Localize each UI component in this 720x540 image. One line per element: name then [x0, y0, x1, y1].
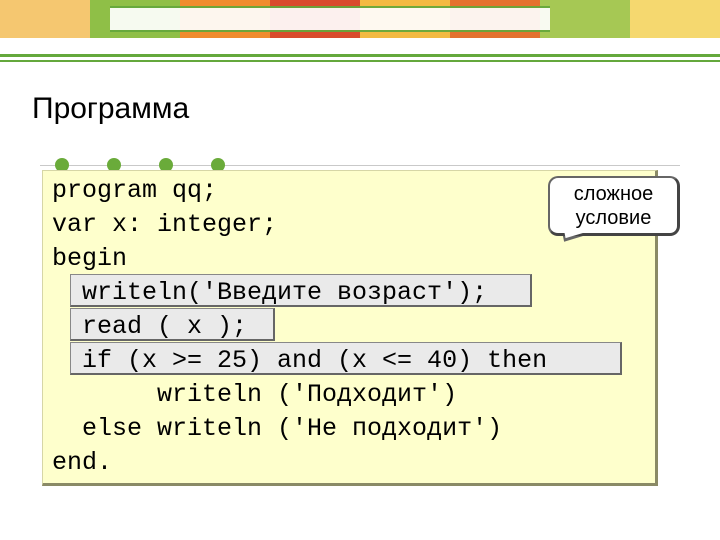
code-line: var x: integer; — [52, 210, 277, 239]
decorative-white-strip — [110, 6, 550, 32]
code-line: read ( x ); — [52, 312, 247, 341]
decorative-rule — [0, 54, 720, 57]
code-line: writeln ('Подходит') — [52, 380, 457, 409]
callout-line2: условие — [576, 206, 652, 230]
code-line: writeln('Введите возраст'); — [52, 278, 487, 307]
code-line: end. — [52, 448, 112, 477]
slide-title: Программа — [32, 92, 189, 126]
code-line: program qq; — [52, 176, 217, 205]
code-line: begin — [52, 244, 127, 273]
code-text: program qq; var x: integer; begin writel… — [52, 174, 547, 480]
callout-line1: сложное — [574, 182, 653, 206]
code-line: else writeln ('Не подходит') — [52, 414, 502, 443]
code-line: if (x >= 25) and (x <= 40) then — [52, 346, 547, 375]
decorative-rule — [0, 60, 720, 62]
